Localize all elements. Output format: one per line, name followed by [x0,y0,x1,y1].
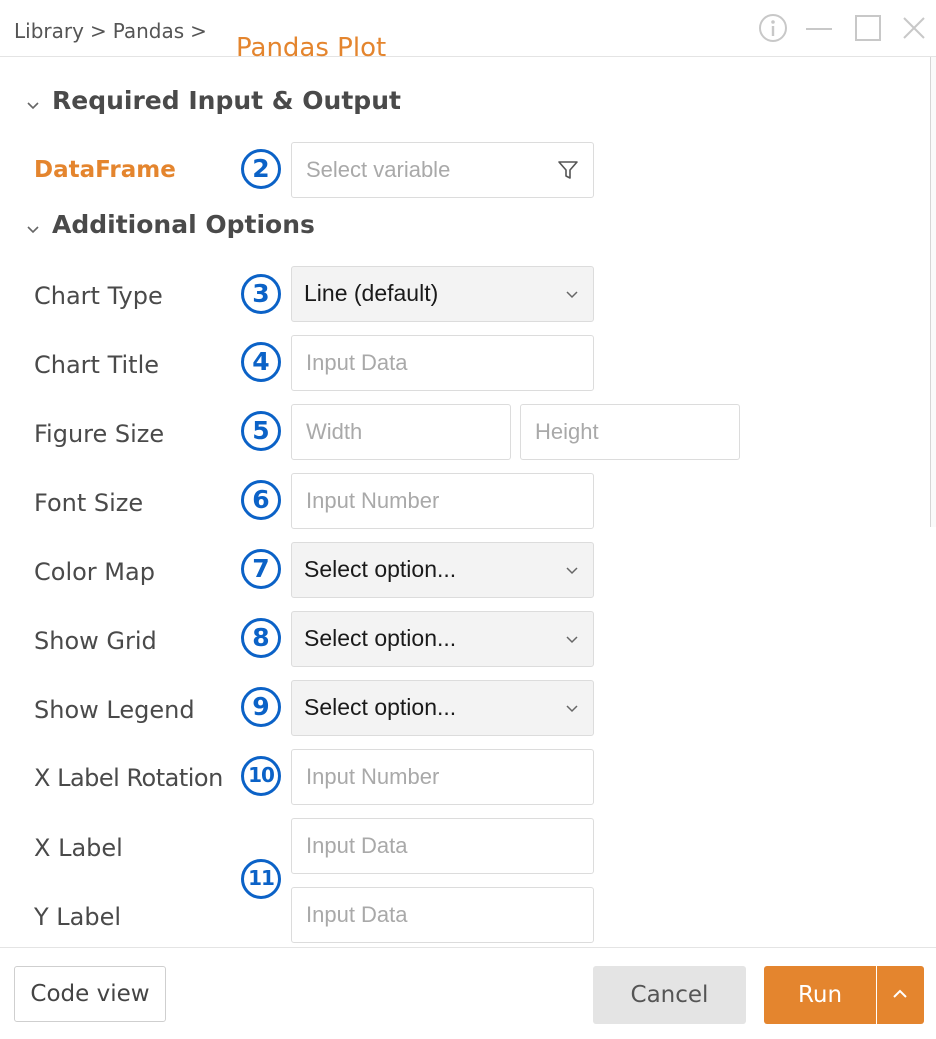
marker-badge: 9 [241,687,281,727]
page-title: Pandas Plot [236,33,387,63]
section-required-header[interactable]: Required Input & Output [26,86,401,117]
chart-type-select[interactable]: Line (default) [291,266,594,322]
close-icon[interactable] [898,12,930,44]
x-label-rotation-field[interactable] [291,749,594,805]
show-grid-value: Select option... [304,625,457,651]
y-label-input[interactable] [292,888,593,942]
scrollbar[interactable] [930,57,936,527]
marker-badge: 8 [241,618,281,658]
figure-width-field[interactable] [291,404,511,460]
breadcrumb: Library > Pandas > [14,19,213,43]
chevron-down-icon [26,88,44,117]
section-title: Additional Options [52,210,315,239]
show-legend-value: Select option... [304,694,457,720]
show-grid-select[interactable]: Select option... [291,611,594,667]
figure-size-label: Figure Size [34,420,165,448]
font-size-input[interactable] [292,474,593,528]
run-button[interactable]: Run [764,966,876,1024]
show-grid-label: Show Grid [34,627,157,655]
color-map-value: Select option... [304,556,457,582]
x-label-field[interactable] [291,818,594,874]
chevron-down-icon [26,212,44,241]
run-options-button[interactable] [877,966,924,1024]
x-label-rotation-label: X Label Rotation [34,764,223,792]
chevron-down-icon [566,636,578,644]
marker-badge: 2 [241,149,281,189]
maximize-icon[interactable] [852,12,884,44]
code-view-button[interactable]: Code view [14,966,166,1022]
y-label-label: Y Label [34,903,122,931]
show-legend-label: Show Legend [34,696,195,724]
show-legend-select[interactable]: Select option... [291,680,594,736]
chart-title-label: Chart Title [34,351,160,379]
dataframe-label: DataFrame [34,157,176,183]
minimize-icon[interactable] [803,12,835,44]
cancel-button[interactable]: Cancel [593,966,746,1024]
font-size-label: Font Size [34,489,144,517]
color-map-label: Color Map [34,558,155,586]
marker-badge: 3 [241,274,281,314]
chevron-up-icon [893,989,907,998]
chart-type-value: Line (default) [304,280,439,306]
font-size-field[interactable] [291,473,594,529]
title-bar: Library > Pandas > Pandas Plot [0,0,936,63]
marker-badge: 4 [241,342,281,382]
breadcrumb-separator: > [89,19,107,43]
x-label-rotation-input[interactable] [292,750,593,804]
chevron-down-icon [566,291,578,299]
chevron-down-icon [566,705,578,713]
figure-height-field[interactable] [520,404,740,460]
marker-badge: 5 [241,411,281,451]
footer: Code view Cancel Run [0,947,936,1039]
y-label-field[interactable] [291,887,594,943]
marker-badge: 10 [241,756,281,796]
marker-badge: 11 [241,859,281,899]
marker-badge: 7 [241,549,281,589]
chart-title-field[interactable] [291,335,594,391]
x-label-label: X Label [34,834,123,862]
filter-icon[interactable] [557,159,579,185]
marker-badge: 6 [241,480,281,520]
info-icon[interactable] [757,12,789,44]
chart-type-label: Chart Type [34,282,163,310]
chevron-down-icon [566,567,578,575]
x-label-input[interactable] [292,819,593,873]
breadcrumb-separator: > [190,19,207,43]
color-map-select[interactable]: Select option... [291,542,594,598]
dataframe-select[interactable] [291,142,594,198]
chart-title-input[interactable] [292,336,593,390]
figure-width-input[interactable] [292,405,510,459]
section-title: Required Input & Output [52,86,401,115]
section-additional-header[interactable]: Additional Options [26,210,315,241]
figure-height-input[interactable] [521,405,739,459]
dataframe-input[interactable] [292,143,593,197]
breadcrumb-library[interactable]: Library [14,19,84,43]
breadcrumb-pandas[interactable]: Pandas [113,19,184,43]
